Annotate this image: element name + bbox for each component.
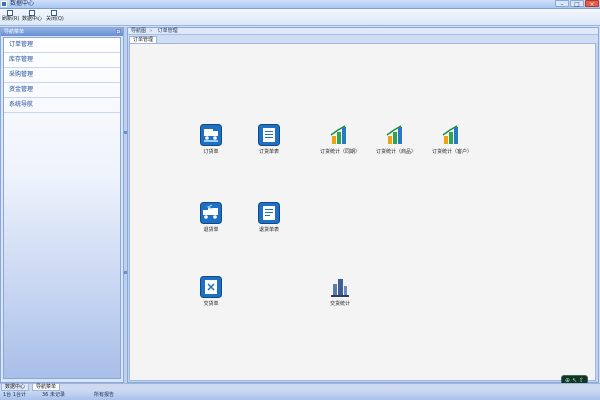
main-panel: 导航图 › 订单管理 订单管理 订货单 订货单表 订货统计（同期） 订货统计（商… xyxy=(127,27,599,387)
collapse-sidebar-icon[interactable]: « xyxy=(116,29,121,35)
tab-data-center[interactable]: 数据中心 xyxy=(1,384,30,391)
building-chart-icon xyxy=(331,279,349,297)
sidebar-item-purchase[interactable]: 采购管理 xyxy=(4,68,120,83)
tile-delivery[interactable]: 交货单 xyxy=(181,276,241,307)
app-icon xyxy=(1,1,7,7)
breadcrumb-separator: › xyxy=(150,28,153,34)
breadcrumb: 导航图 › 订单管理 xyxy=(128,28,598,35)
tile-order-stats-product[interactable]: 订货统计（商品） xyxy=(366,124,426,155)
return-truck-icon xyxy=(200,202,222,224)
delivery-icon xyxy=(200,276,222,298)
window-title: 数据中心 xyxy=(10,0,35,7)
sidebar-header: 导航菜单 « xyxy=(1,28,123,36)
close-app-button[interactable]: 关闭(Q) xyxy=(46,10,64,24)
tile-return-list[interactable]: 退货单表 xyxy=(239,202,299,233)
breadcrumb-item[interactable]: 导航图 xyxy=(131,28,146,34)
bottom-tab-bar: 数据中心 导航菜单 xyxy=(0,383,600,391)
sidebar-item-finance[interactable]: 资金管理 xyxy=(4,83,120,98)
tile-order-stats-customer[interactable]: 订货统计（客户） xyxy=(422,124,482,155)
close-window-button[interactable]: × xyxy=(585,0,599,8)
tile-return[interactable]: 退货单 xyxy=(181,202,241,233)
minimize-button[interactable]: – xyxy=(555,0,569,8)
breadcrumb-item[interactable]: 订单管理 xyxy=(158,28,178,34)
workspace-canvas: 订货单 订货单表 订货统计（同期） 订货统计（商品） 订货统计（客户） 退货单 … xyxy=(129,43,596,387)
order-truck-icon xyxy=(200,124,222,146)
bar-chart-icon xyxy=(442,125,458,144)
tile-delivery-stats[interactable]: 交货统计 xyxy=(310,276,370,307)
navigation-sidebar: 导航菜单 « 订单管理 库存管理 采购管理 资金管理 系统导航 xyxy=(0,27,124,383)
status-right: 所有报告 xyxy=(94,392,115,398)
status-bar: 1台 1台计 36 未记录 所有报告 xyxy=(0,391,600,400)
sidebar-menu: 订单管理 库存管理 采购管理 资金管理 系统导航 xyxy=(3,37,121,379)
title-bar: 数据中心 – □ × xyxy=(0,0,600,9)
sidebar-item-inventory[interactable]: 库存管理 xyxy=(4,53,120,68)
status-mid: 36 未记录 xyxy=(42,392,65,398)
window-controls: – □ × xyxy=(555,0,599,8)
sidebar-item-system-nav[interactable]: 系统导航 xyxy=(4,98,120,113)
tab-order-management[interactable]: 订单管理 xyxy=(129,36,158,43)
bar-chart-icon xyxy=(330,125,346,144)
tab-strip: 订单管理 xyxy=(128,35,598,43)
sidebar-item-order[interactable]: 订单管理 xyxy=(4,38,120,53)
sidebar-title: 导航菜单 xyxy=(4,29,25,35)
refresh-button[interactable]: 刷新(R) xyxy=(2,10,19,24)
return-list-icon xyxy=(258,202,280,224)
bar-chart-icon xyxy=(386,125,402,144)
data-center-button[interactable]: 数据中心 xyxy=(22,10,42,24)
tab-navigation-menu[interactable]: 导航菜单 xyxy=(32,384,61,391)
order-list-icon xyxy=(258,124,280,146)
tile-order-stats-period[interactable]: 订货统计（同期） xyxy=(310,124,370,155)
maximize-button[interactable]: □ xyxy=(570,0,584,8)
status-left: 1台 1台计 xyxy=(3,392,26,398)
tile-order-list[interactable]: 订货单表 xyxy=(239,124,299,155)
tile-order[interactable]: 订货单 xyxy=(181,124,241,155)
toolbar: 刷新(R) 数据中心 关闭(Q) xyxy=(0,9,600,26)
